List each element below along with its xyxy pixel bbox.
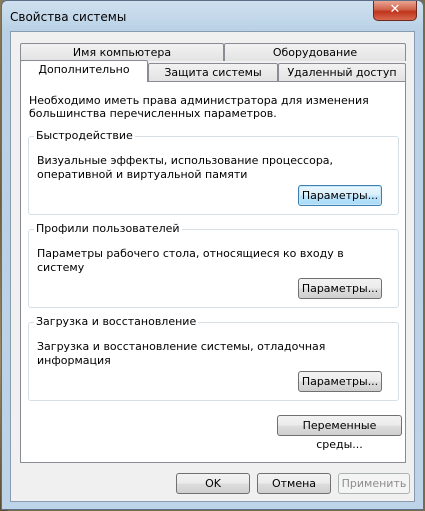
title-bar[interactable]: Свойства системы ✕ [2,1,423,31]
advanced-tab-panel: Необходимо иметь права администратора дл… [20,81,406,463]
tab-hardware[interactable]: Оборудование [224,43,406,61]
user-profiles-group: Профили пользователей Параметры рабочего… [28,222,399,308]
performance-group-title: Быстродействие [34,129,135,143]
environment-variables-button[interactable]: Переменные среды... [277,415,402,451]
tab-remote-access[interactable]: Удаленный доступ [278,63,406,81]
tab-system-protection[interactable]: Защита системы [148,63,278,81]
tab-computer-name[interactable]: Имя компьютера [20,43,224,61]
window-title: Свойства системы [10,10,127,24]
close-icon: ✕ [389,2,401,17]
ok-button[interactable]: OK [176,473,250,494]
apply-button[interactable]: Применить [338,473,410,494]
startup-recovery-description: Загрузка и восстановление системы, отлад… [37,340,326,367]
cancel-button[interactable]: Отмена [257,473,331,494]
close-button[interactable]: ✕ [373,1,417,21]
user-profiles-group-title: Профили пользователей [34,222,182,236]
user-profiles-description: Параметры рабочего стола, относящиеся ко… [37,247,344,274]
system-properties-window: Свойства системы ✕ Имя компьютера Оборуд… [1,0,424,510]
startup-recovery-group: Загрузка и восстановление Загрузка и вос… [28,315,399,401]
startup-recovery-group-title: Загрузка и восстановление [34,315,199,329]
admin-rights-notice: Необходимо иметь права администратора дл… [29,94,369,120]
startup-recovery-settings-button[interactable]: Параметры... [298,371,382,392]
performance-group: Быстродействие Визуальные эффекты, испол… [28,129,399,215]
performance-description: Визуальные эффекты, использование процес… [37,154,334,181]
performance-settings-button[interactable]: Параметры... [298,185,382,206]
tab-advanced[interactable]: Дополнительно [20,60,148,82]
dialog-client-area: Имя компьютера Оборудование Дополнительн… [10,31,415,502]
user-profiles-settings-button[interactable]: Параметры... [298,278,382,299]
